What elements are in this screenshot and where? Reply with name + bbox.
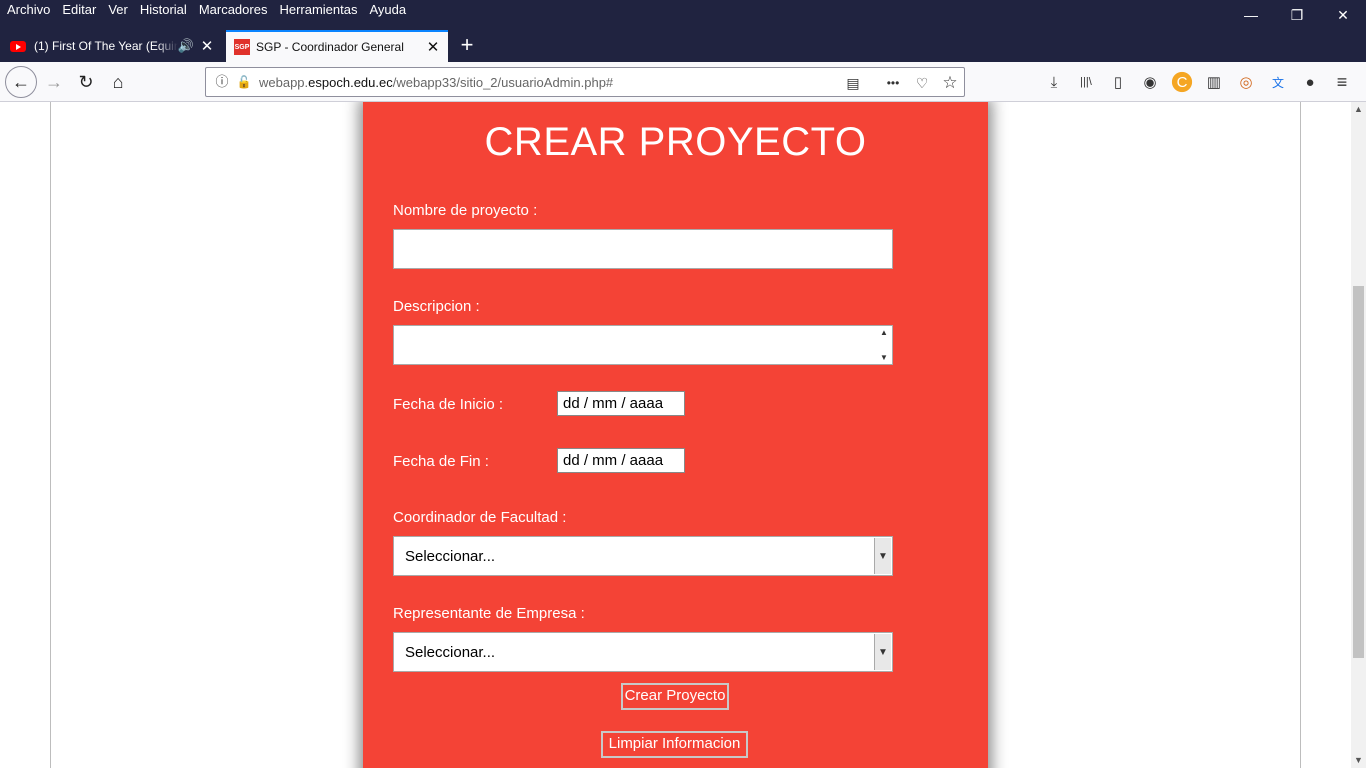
fecha-inicio-input[interactable]: dd / mm / aaaa [557, 391, 685, 416]
speaker-icon[interactable]: 🔊 [178, 38, 194, 54]
download-icon[interactable]: ⤓ [1038, 67, 1070, 97]
page-left-panel [0, 102, 51, 768]
nombre-input[interactable] [393, 229, 893, 269]
url-text[interactable]: webapp.espoch.edu.ec/webapp33/sitio_2/us… [259, 75, 613, 90]
coordinador-label: Coordinador de Facultad : [393, 509, 567, 526]
tab-title: SGP - Coordinador General [256, 40, 404, 54]
menu-archivo[interactable]: Archivo [0, 0, 56, 22]
tab-youtube[interactable]: (1) First Of The Year (Equinox 🔊 ✕ [2, 30, 222, 62]
pocket-icon[interactable]: ♡ [911, 72, 933, 94]
limpiar-informacion-button[interactable]: Limpiar Informacion [601, 731, 748, 758]
extension-icon-2[interactable]: ▥ [1198, 67, 1230, 97]
reader-view-icon[interactable]: ▤ [842, 72, 864, 94]
close-tab-icon[interactable]: ✕ [426, 38, 440, 56]
crear-proyecto-form: CREAR PROYECTO Nombre de proyecto : Desc… [363, 102, 988, 768]
forward-button[interactable]: → [39, 67, 69, 97]
form-title: CREAR PROYECTO [484, 120, 867, 164]
coordinador-select-value: Seleccionar... [405, 548, 496, 565]
chevron-up-icon[interactable]: ▲ [880, 328, 888, 337]
menu-icon[interactable]: ≡ [1326, 67, 1358, 97]
chevron-down-icon[interactable]: ▼ [874, 634, 891, 670]
account-icon[interactable]: ◉ [1134, 67, 1166, 97]
tab-sgp[interactable]: SGP SGP - Coordinador General ✕ [226, 30, 448, 62]
page-right-panel [1300, 102, 1351, 768]
menu-herramientas[interactable]: Herramientas [273, 0, 363, 22]
menu-ver[interactable]: Ver [102, 0, 134, 22]
textarea-scroll-arrows[interactable]: ▲ ▼ [878, 328, 890, 362]
window-controls: — ❐ ✕ [1228, 0, 1366, 30]
descripcion-label: Descripcion : [393, 298, 480, 315]
menu-ayuda[interactable]: Ayuda [363, 0, 412, 22]
scroll-up-icon[interactable]: ▲ [1351, 102, 1366, 117]
url-bar[interactable]: ⓘ 🔓 webapp.espoch.edu.ec/webapp33/sitio_… [205, 67, 965, 97]
descripcion-textarea[interactable]: ▲ ▼ [393, 325, 893, 365]
coordinador-select[interactable]: Seleccionar... ▼ [393, 536, 893, 576]
menu-historial[interactable]: Historial [134, 0, 193, 22]
fecha-inicio-label: Fecha de Inicio : [393, 396, 504, 413]
restore-button[interactable]: ❐ [1274, 0, 1320, 30]
fecha-fin-label: Fecha de Fin : [393, 453, 489, 470]
representante-label: Representante de Empresa : [393, 605, 585, 622]
close-tab-icon[interactable]: ✕ [200, 37, 214, 55]
url-domain: espoch.edu.ec [308, 75, 393, 90]
nombre-label: Nombre de proyecto : [393, 202, 538, 219]
youtube-icon [10, 40, 26, 52]
url-path: /webapp33/sitio_2/usuarioAdmin.php# [392, 75, 614, 90]
insecure-lock-icon[interactable]: 🔓 [236, 74, 252, 90]
menu-marcadores[interactable]: Marcadores [193, 0, 274, 22]
close-window-button[interactable]: ✕ [1320, 0, 1366, 30]
bookmark-star-icon[interactable]: ☆ [939, 72, 961, 94]
representante-select-value: Seleccionar... [405, 644, 496, 661]
sgp-favicon-icon: SGP [234, 39, 250, 55]
chevron-down-icon[interactable]: ▼ [880, 353, 888, 362]
url-prefix: webapp. [259, 75, 309, 90]
extension-icon-3[interactable]: ◎ [1230, 67, 1262, 97]
more-actions-icon[interactable]: ••• [882, 72, 904, 94]
browser-titlebar: Archivo Editar Ver Historial Marcadores … [0, 0, 1366, 62]
library-icon[interactable]: |||\ [1070, 67, 1102, 97]
new-tab-button[interactable]: + [455, 31, 479, 59]
extension-icon[interactable]: C [1166, 67, 1198, 97]
page-scrollbar[interactable]: ▲ ▼ [1351, 102, 1366, 768]
reload-button[interactable]: ↻ [71, 67, 101, 97]
chevron-down-icon[interactable]: ▼ [874, 538, 891, 574]
home-button[interactable]: ⌂ [103, 67, 133, 97]
toolbar-icons: ⤓ |||\ ▯ ◉ C ▥ ◎ 文 ● ≡ [1038, 67, 1358, 97]
menu-bar: Archivo Editar Ver Historial Marcadores … [0, 0, 412, 22]
sidebar-icon[interactable]: ▯ [1102, 67, 1134, 97]
back-button[interactable]: ← [5, 66, 37, 98]
page-viewport: CREAR PROYECTO Nombre de proyecto : Desc… [0, 102, 1351, 768]
minimize-button[interactable]: — [1228, 0, 1274, 30]
info-icon[interactable]: ⓘ [214, 74, 230, 90]
scrollbar-thumb[interactable] [1353, 286, 1364, 658]
translate-icon[interactable]: 文 [1262, 67, 1294, 97]
extension-icon-4[interactable]: ● [1294, 67, 1326, 97]
tab-title: (1) First Of The Year (Equinox [34, 39, 178, 53]
fecha-fin-input[interactable]: dd / mm / aaaa [557, 448, 685, 473]
scroll-down-icon[interactable]: ▼ [1351, 753, 1366, 768]
crear-proyecto-button[interactable]: Crear Proyecto [621, 683, 729, 710]
navigation-toolbar: ← → ↻ ⌂ ⓘ 🔓 webapp.espoch.edu.ec/webapp3… [0, 62, 1366, 102]
representante-select[interactable]: Seleccionar... ▼ [393, 632, 893, 672]
menu-editar[interactable]: Editar [56, 0, 102, 22]
